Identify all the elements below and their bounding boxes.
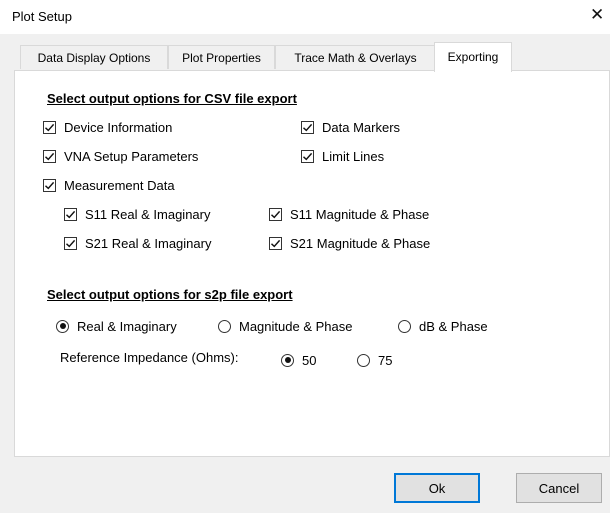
checkmark-icon: [269, 207, 282, 221]
checkbox-label: Device Information: [64, 119, 173, 135]
checkmark-icon: [64, 236, 77, 250]
radio-impedance-75[interactable]: 75: [357, 352, 392, 368]
tab-label: Data Display Options: [37, 51, 151, 65]
s11-magnitude-phase-checkbox[interactable]: S11 Magnitude & Phase: [269, 206, 429, 222]
tab-exporting[interactable]: Exporting: [434, 42, 512, 72]
title-bar: Plot Setup ✕: [0, 0, 610, 34]
radio-label: Magnitude & Phase: [239, 318, 353, 334]
cancel-button[interactable]: Cancel: [516, 473, 602, 503]
checkmark-icon: [301, 120, 314, 134]
close-icon[interactable]: ✕: [590, 5, 604, 25]
measurement-data-checkbox[interactable]: Measurement Data: [43, 177, 175, 193]
checkbox-label: S21 Magnitude & Phase: [290, 235, 431, 251]
s21-real-imaginary-checkbox[interactable]: S21 Real & Imaginary: [64, 235, 211, 251]
radio-label: 75: [378, 352, 393, 368]
radio-label: dB & Phase: [419, 318, 488, 334]
s11-real-imaginary-checkbox[interactable]: S11 Real & Imaginary: [64, 206, 211, 222]
checkmark-icon: [43, 178, 56, 192]
radio-magnitude-phase[interactable]: Magnitude & Phase: [218, 318, 352, 334]
checkmark-icon: [269, 236, 282, 250]
csv-export-heading: Select output options for CSV file expor…: [47, 91, 297, 106]
radio-selected-icon: [281, 353, 294, 367]
checkmark-icon: [64, 207, 77, 221]
radio-label: 50: [302, 352, 317, 368]
radio-db-phase[interactable]: dB & Phase: [398, 318, 488, 334]
reference-impedance-label: Reference Impedance (Ohms):: [60, 350, 239, 365]
tab-label: Plot Properties: [182, 51, 261, 65]
tab-trace-math-overlays[interactable]: Trace Math & Overlays: [275, 45, 436, 69]
checkmark-icon: [43, 149, 56, 163]
radio-real-imaginary[interactable]: Real & Imaginary: [56, 318, 177, 334]
checkbox-label: Limit Lines: [322, 148, 385, 164]
checkbox-label: VNA Setup Parameters: [64, 148, 199, 164]
s21-magnitude-phase-checkbox[interactable]: S21 Magnitude & Phase: [269, 235, 430, 251]
checkbox-label: S21 Real & Imaginary: [85, 235, 212, 251]
checkbox-label: S11 Real & Imaginary: [85, 206, 211, 222]
window-title: Plot Setup: [12, 9, 72, 24]
tab-label: Exporting: [447, 50, 499, 64]
checkmark-icon: [301, 149, 314, 163]
ok-button[interactable]: Ok: [394, 473, 480, 503]
device-information-checkbox[interactable]: Device Information: [43, 119, 172, 135]
data-markers-checkbox[interactable]: Data Markers: [301, 119, 400, 135]
tab-label: Trace Math & Overlays: [294, 51, 417, 65]
checkbox-label: S11 Magnitude & Phase: [290, 206, 430, 222]
radio-impedance-50[interactable]: 50: [281, 352, 316, 368]
limit-lines-checkbox[interactable]: Limit Lines: [301, 148, 384, 164]
radio-selected-icon: [56, 319, 69, 333]
radio-label: Real & Imaginary: [77, 318, 177, 334]
checkbox-label: Measurement Data: [64, 177, 175, 193]
checkmark-icon: [43, 120, 56, 134]
s2p-export-heading: Select output options for s2p file expor…: [47, 287, 293, 302]
radio-unselected-icon: [218, 319, 231, 333]
tab-data-display-options[interactable]: Data Display Options: [20, 45, 168, 69]
checkbox-label: Data Markers: [322, 119, 401, 135]
radio-unselected-icon: [357, 353, 370, 367]
vna-setup-parameters-checkbox[interactable]: VNA Setup Parameters: [43, 148, 198, 164]
tab-plot-properties[interactable]: Plot Properties: [168, 45, 275, 69]
radio-unselected-icon: [398, 319, 411, 333]
